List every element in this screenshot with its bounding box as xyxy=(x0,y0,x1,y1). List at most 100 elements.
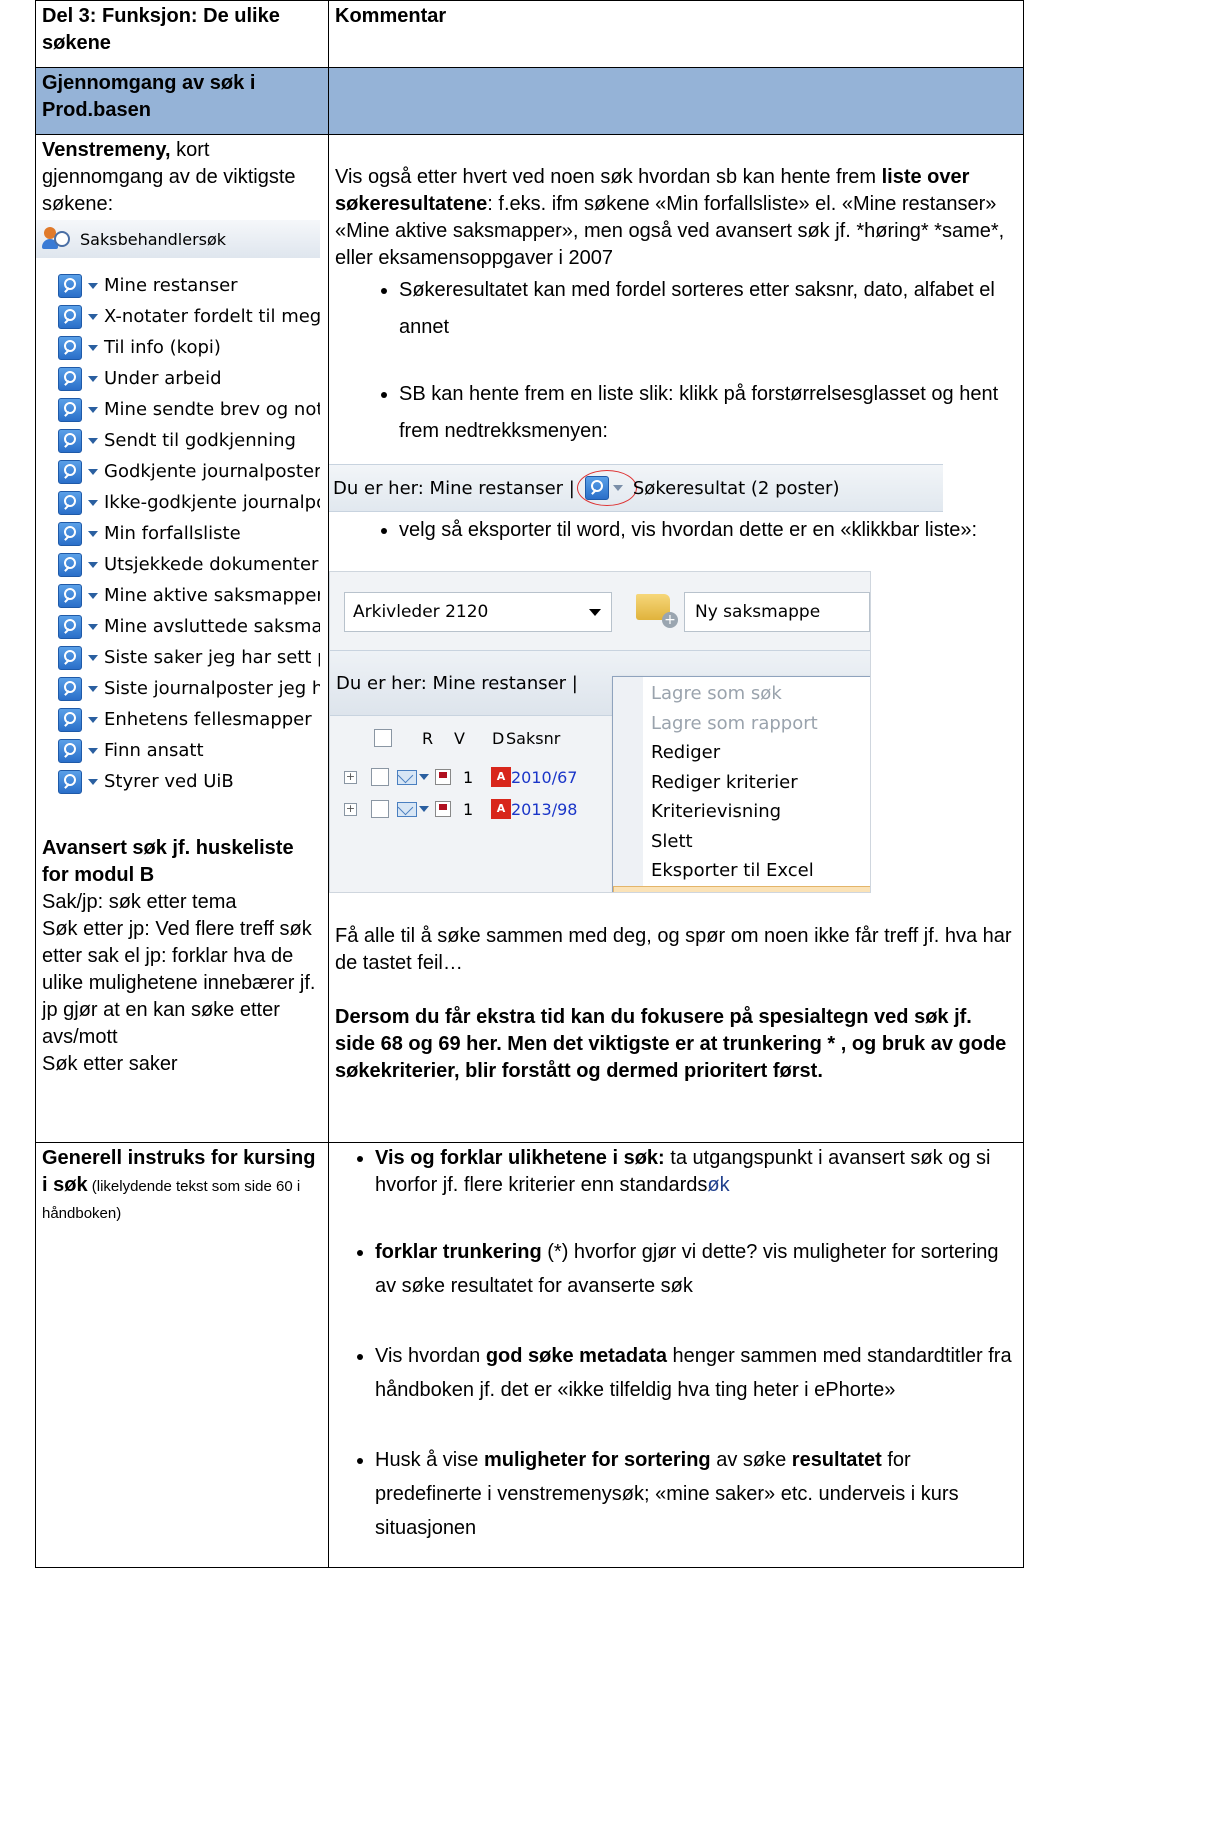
text: Vis også etter hvert ved noen søk hvorda… xyxy=(335,166,882,188)
archive-select-value: Arkivleder 2120 xyxy=(353,601,489,622)
dropdown-arrow-icon[interactable] xyxy=(419,774,429,780)
dropdown-arrow-icon[interactable] xyxy=(88,530,98,537)
instruks-item-4: Husk å vise muligheter for sortering av … xyxy=(375,1443,1017,1545)
magnifier-icon xyxy=(584,476,609,500)
context-menu-item[interactable]: Kriterievisning xyxy=(613,797,870,827)
expand-icon[interactable]: + xyxy=(344,802,357,816)
magnifier-icon xyxy=(58,583,82,608)
right-content-cell: Vis også etter hvert ved noen søk hvorda… xyxy=(328,134,1024,1143)
dropdown-arrow-icon[interactable] xyxy=(88,623,98,630)
new-case-label: Ny saksmappe xyxy=(695,601,821,622)
row-saksnr[interactable]: 2013/98 xyxy=(511,796,577,823)
dropdown-arrow-icon[interactable] xyxy=(88,592,98,599)
row-v: 1 xyxy=(463,767,474,787)
menu-item[interactable]: Til info (kopi) xyxy=(58,332,320,363)
menu-header[interactable]: Saksbehandlersøk xyxy=(36,220,320,258)
menu-item[interactable]: Siste journalposter jeg har sett på xyxy=(58,673,320,704)
menu-item[interactable]: Min forfallsliste xyxy=(58,518,320,549)
bullet-export: velg så eksporter til word, vis hvordan … xyxy=(399,512,1017,549)
flag-icon xyxy=(435,801,451,817)
dropdown-arrow-icon[interactable] xyxy=(88,685,98,692)
row-checkbox[interactable] xyxy=(371,768,389,786)
archive-select[interactable]: Arkivleder 2120 xyxy=(344,592,612,632)
dropdown-arrow-icon[interactable] xyxy=(88,468,98,475)
context-menu-item[interactable]: Eksporter til Excel xyxy=(613,856,870,886)
instruks-item-3: Vis hvordan god søke metadata henger sam… xyxy=(375,1339,1017,1407)
magnifier-highlight[interactable] xyxy=(576,470,637,506)
context-menu-item[interactable]: Rediger kriterier xyxy=(613,768,870,798)
menu-item-label: Finn ansatt xyxy=(104,740,204,761)
text-bold: forklar trunkering xyxy=(375,1241,542,1263)
avansert-line: Søk etter jp: Ved flere treff søk etter … xyxy=(42,918,316,1048)
menu-item-label: X-notater fordelt til meg xyxy=(104,306,320,327)
menu-item[interactable]: Mine aktive saksmapper xyxy=(58,580,320,611)
header-row: Del 3: Funksjon: De ulike søkene Komment… xyxy=(35,0,1024,68)
paragraph-extra-time: Dersom du får ekstra tid kan du fokusere… xyxy=(335,1006,1007,1082)
menu-item[interactable]: Mine avsluttede saksmapper xyxy=(58,611,320,642)
menu-item[interactable]: Under arbeid xyxy=(58,363,320,394)
section-title-cell: Gjennomgang av søk i Prod.basen xyxy=(35,67,329,135)
instruks-item-1: Vis og forklar ulikhetene i søk: ta utga… xyxy=(375,1145,1017,1199)
row-checkbox[interactable] xyxy=(371,800,389,818)
new-case-button[interactable]: Ny saksmappe xyxy=(684,592,870,632)
menu-item[interactable]: Enhetens fellesmapper xyxy=(58,704,320,735)
menu-item[interactable]: Ikke-godkjente journalposter xyxy=(58,487,320,518)
breadcrumb-screenshot: Du er her: Mine restanser | Søkeresultat… xyxy=(329,464,943,512)
menu-item-label: Mine aktive saksmapper xyxy=(104,585,320,606)
menu-item[interactable]: Finn ansatt xyxy=(58,735,320,766)
bullet-sort: Søkeresultatet kan med fordel sorteres e… xyxy=(399,272,1017,346)
text-bold: god søke metadata xyxy=(485,1345,667,1367)
dropdown-arrow-icon[interactable] xyxy=(88,499,98,506)
menu-item[interactable]: Styrer ved UiB xyxy=(58,766,320,797)
context-menu-item[interactable]: Eksporter til Word xyxy=(613,885,870,892)
context-menu-item[interactable]: Lagre som søk xyxy=(613,679,870,709)
text-bold: Vis og forklar ulikhetene i søk: xyxy=(375,1147,665,1169)
avansert-line: Søk etter saker xyxy=(42,1053,178,1075)
new-folder-icon[interactable]: + xyxy=(636,594,678,628)
menu-title: Saksbehandlersøk xyxy=(80,229,227,249)
instruks-row: Generell instruks for kursing i søk (lik… xyxy=(35,1142,1024,1568)
text-bold: resultatet xyxy=(791,1449,882,1471)
menu-item[interactable]: Mine sendte brev og notater xyxy=(58,394,320,425)
context-menu-item[interactable]: Rediger xyxy=(613,738,870,768)
expand-icon[interactable]: + xyxy=(344,770,357,784)
dropdown-arrow-icon[interactable] xyxy=(88,747,98,754)
dropdown-arrow-icon[interactable] xyxy=(88,375,98,382)
col-saksnr: Saksnr xyxy=(506,728,561,748)
section-row: Gjennomgang av søk i Prod.basen xyxy=(35,67,1024,135)
bullet-list: Søkeresultatet kan med fordel sorteres e… xyxy=(335,272,1017,450)
magnifier-icon xyxy=(58,552,82,577)
menu-item[interactable]: Mine restanser xyxy=(58,270,320,301)
menu-item[interactable]: Godkjente journalposter xyxy=(58,456,320,487)
magnifier-icon xyxy=(58,397,82,422)
dropdown-arrow-icon[interactable] xyxy=(88,778,98,785)
chevron-down-icon xyxy=(589,609,601,616)
header-col2: Kommentar xyxy=(328,0,1024,68)
menu-item[interactable]: Sendt til godkjenning xyxy=(58,425,320,456)
header-title: Del 3: Funksjon: De ulike søkene xyxy=(42,5,280,54)
context-menu-item[interactable]: Lagre som rapport xyxy=(613,709,870,739)
dropdown-arrow-icon[interactable] xyxy=(88,406,98,413)
search-result-text: Søkeresultat (2 poster) xyxy=(632,477,840,499)
dropdown-arrow-icon[interactable] xyxy=(88,313,98,320)
dropdown-arrow-icon[interactable] xyxy=(88,437,98,444)
dropdown-arrow-icon[interactable] xyxy=(88,561,98,568)
plan-table: Del 3: Funksjon: De ulike søkene Komment… xyxy=(35,0,1024,1568)
dropdown-arrow-icon[interactable] xyxy=(88,344,98,351)
menu-item-label: Min forfallsliste xyxy=(104,523,241,544)
dropdown-arrow-icon[interactable] xyxy=(88,654,98,661)
menu-item[interactable]: Utsjekkede dokumenter xyxy=(58,549,320,580)
magnifier-icon xyxy=(58,521,82,546)
menu-list: Mine restanser X-notater fordelt til meg T… xyxy=(42,270,320,797)
magnifier-icon xyxy=(58,428,82,453)
row-v: 1 xyxy=(463,799,474,819)
menu-item[interactable]: X-notater fordelt til meg xyxy=(58,301,320,332)
dropdown-arrow-icon[interactable] xyxy=(88,716,98,723)
context-menu-item[interactable]: Slett xyxy=(613,827,870,857)
menu-item-label: Styrer ved UiB xyxy=(104,771,234,792)
dropdown-arrow-icon[interactable] xyxy=(419,806,429,812)
select-all-checkbox[interactable] xyxy=(374,729,392,747)
dropdown-arrow-icon[interactable] xyxy=(88,282,98,289)
menu-item[interactable]: Siste saker jeg har sett på xyxy=(58,642,320,673)
row-saksnr[interactable]: 2010/67 xyxy=(511,764,577,791)
